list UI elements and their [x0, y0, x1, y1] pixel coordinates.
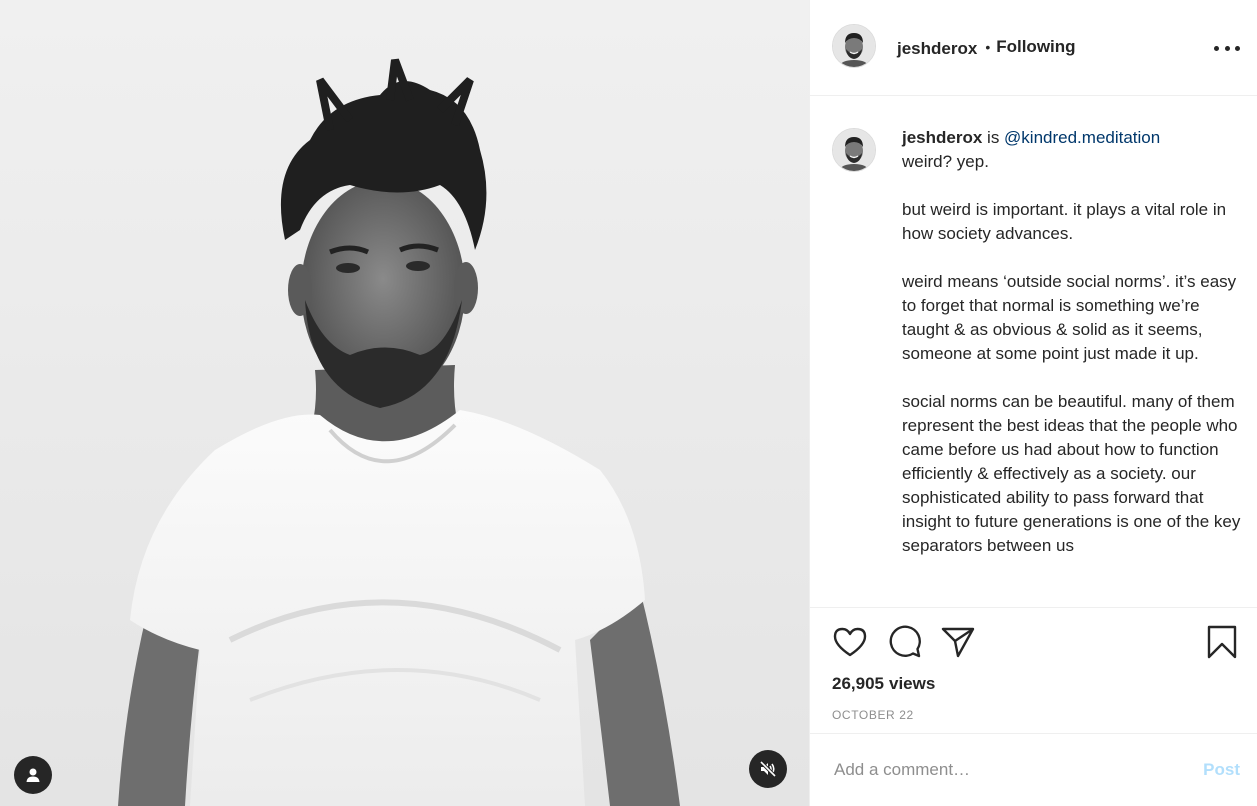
mention-link[interactable]: @kindred.meditation: [1004, 128, 1160, 147]
tagged-users-button[interactable]: [14, 756, 52, 794]
header-separator: •: [985, 38, 991, 55]
view-count-number: 26,905: [832, 674, 884, 693]
caption-paragraph: social norms can be beautiful. many of t…: [902, 392, 1241, 555]
post-photo[interactable]: [0, 0, 809, 806]
heart-icon: [833, 627, 867, 657]
post-header: jeshderox • Following: [810, 0, 1257, 96]
instagram-post: jeshderox • Following jeshderox is @kind…: [0, 0, 1257, 806]
action-bar: [832, 624, 1240, 660]
mute-toggle-button[interactable]: [749, 750, 787, 788]
save-button[interactable]: [1204, 624, 1240, 660]
comment-bubble-icon: [889, 625, 921, 658]
post-date[interactable]: OCTOBER 22: [832, 708, 1240, 722]
caption-author-avatar[interactable]: [832, 128, 876, 172]
paper-plane-icon: [941, 627, 975, 658]
caption-paragraph: but weird is important. it plays a vital…: [902, 200, 1227, 243]
comment-button[interactable]: [886, 624, 922, 660]
caption-paragraph: weird means ‘outside social norms’. it’s…: [902, 272, 1237, 363]
comment-form: Post: [810, 734, 1257, 806]
user-tag-icon: [26, 768, 40, 782]
following-button[interactable]: Following: [996, 37, 1075, 57]
more-horizontal-icon: [1214, 45, 1219, 51]
caption-text: jeshderox is @kindred.meditation weird? y…: [902, 126, 1241, 607]
caption-connector: is: [982, 128, 1005, 147]
more-horizontal-icon: [1224, 45, 1230, 51]
post-comment-button[interactable]: Post: [1203, 760, 1240, 780]
post-media[interactable]: [0, 0, 809, 806]
more-horizontal-icon: [1235, 45, 1240, 51]
more-options-button[interactable]: [1214, 38, 1240, 58]
avatar-image: [833, 24, 875, 67]
post-actions: 26,905 views OCTOBER 22: [810, 608, 1257, 734]
caption-username[interactable]: jeshderox: [902, 128, 982, 147]
author-avatar[interactable]: [832, 23, 876, 68]
caption-scroll-area[interactable]: jeshderox is @kindred.meditation weird? y…: [810, 96, 1257, 608]
view-count-label: views: [889, 674, 936, 693]
caption-paragraph: jeshderox is @kindred.meditation weird? y…: [902, 126, 1241, 174]
comment-input[interactable]: [832, 759, 1204, 781]
speaker-muted-icon: [759, 760, 777, 778]
author-username[interactable]: jeshderox: [897, 39, 977, 59]
caption-line: weird? yep.: [902, 152, 989, 171]
bookmark-icon: [1207, 625, 1237, 659]
like-button[interactable]: [832, 624, 868, 660]
view-count[interactable]: 26,905 views: [832, 674, 1240, 694]
avatar-image: [833, 129, 875, 171]
post-sidebar: jeshderox • Following jeshderox is @kind…: [809, 0, 1257, 806]
share-button[interactable]: [940, 624, 976, 660]
